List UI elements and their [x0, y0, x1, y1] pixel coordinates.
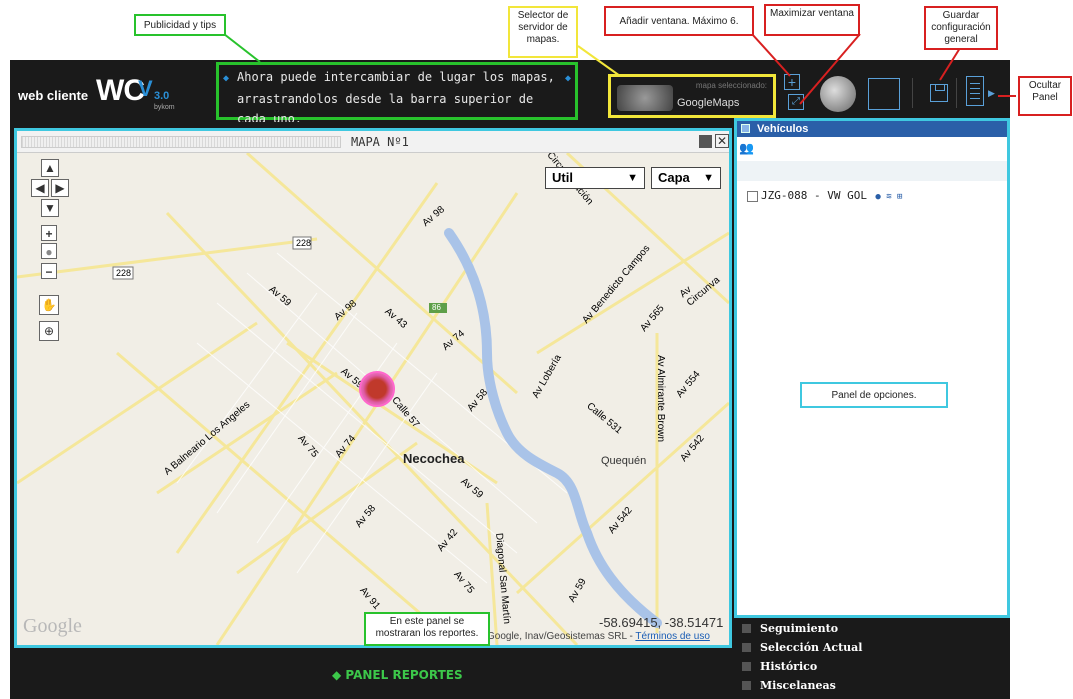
- world-map-icon: [617, 85, 673, 111]
- reports-panel-bar[interactable]: ◆ PANEL REPORTES: [10, 654, 732, 699]
- callout-opciones: Panel de opciones.: [800, 382, 948, 408]
- map-attribution: Google, Inav/Geosistemas SRL - Términos …: [487, 631, 710, 642]
- main-area: MAPA Nº1 ✕ 228 228 86 Av 98 Av 98 Av 59 …: [10, 118, 1010, 699]
- brand-sub: bykom: [154, 104, 175, 111]
- vehicles-filter-strip: [737, 161, 1007, 181]
- map-selector-label: mapa seleccionado:: [695, 81, 767, 90]
- vehicle-label: JZG-088 - VW GOL: [761, 189, 867, 202]
- map-server-selector[interactable]: mapa seleccionado: GoogleMaps: [608, 74, 776, 118]
- tips-banner: ◆ ◆ Ahora puede intercambiar de lugar lo…: [216, 62, 578, 126]
- attribution-text: Google, Inav/Geosistemas SRL -: [487, 631, 636, 642]
- brand-logo: web cliente WC V 3.0 bykom: [18, 70, 208, 114]
- options-panel: Vehículos 👥 JZG-088 - VW GOL ● ≋ ⊞: [734, 118, 1010, 618]
- chevron-down-icon: ▼: [627, 172, 638, 184]
- accordion-miscelaneas[interactable]: Miscelaneas: [740, 677, 836, 695]
- callout-guardar: Guardar configuración general: [924, 6, 998, 50]
- callout-anadir: Añadir ventana. Máximo 6.: [604, 6, 754, 36]
- chevron-down-icon: ▼: [703, 172, 714, 184]
- accordion-label: Miscelaneas: [760, 679, 836, 692]
- brand-v: V: [138, 76, 153, 101]
- expand-icon: [742, 643, 751, 652]
- pan-left-icon[interactable]: ◀: [31, 179, 49, 197]
- collapse-icon: [741, 124, 750, 133]
- brand-version: 3.0: [154, 90, 170, 102]
- drag-handle[interactable]: [21, 136, 341, 148]
- cursor-coordinates: -58.69415, -38.51471: [599, 615, 724, 630]
- tips-prev-icon[interactable]: ◆: [223, 69, 229, 89]
- add-window-button[interactable]: +: [784, 74, 800, 90]
- capa-dropdown[interactable]: Capa ▼: [651, 167, 721, 189]
- hide-panel-icon[interactable]: [966, 76, 984, 106]
- globe-icon[interactable]: [820, 76, 856, 112]
- tips-line-1: Ahora puede intercambiar de lugar los ma…: [237, 70, 555, 84]
- hand-icon[interactable]: ✋: [39, 295, 59, 315]
- pan-right-icon[interactable]: ▶: [51, 179, 69, 197]
- accordion-seleccion-actual[interactable]: Selección Actual: [740, 639, 862, 657]
- zoom-in-icon[interactable]: +: [41, 225, 57, 241]
- callout-ocultar: Ocultar Panel: [1018, 76, 1072, 116]
- accordion-label: Histórico: [760, 660, 818, 673]
- pan-down-icon[interactable]: ▼: [41, 199, 59, 217]
- save-icon[interactable]: [699, 135, 712, 148]
- route-shield-228: 228: [116, 268, 132, 278]
- zoom-out-icon[interactable]: −: [41, 263, 57, 279]
- options-accordion: Seguimiento Selección Actual Histórico M…: [734, 618, 1010, 699]
- google-logo: Google: [23, 615, 82, 637]
- brand-wc: WC: [96, 74, 145, 107]
- magnify-icon[interactable]: ⊕: [39, 321, 59, 341]
- accordion-seguimiento[interactable]: Seguimiento: [740, 620, 838, 638]
- callout-maximizar: Maximizar ventana: [764, 4, 860, 36]
- reports-label-text: PANEL REPORTES: [345, 668, 463, 682]
- tips-next-icon[interactable]: ◆: [565, 69, 571, 89]
- app-root: web cliente WC V 3.0 bykom ◆ ◆ Ahora pue…: [0, 0, 1073, 699]
- vehicle-checkbox[interactable]: [747, 190, 758, 202]
- map-title: MAPA Nº1: [351, 135, 409, 149]
- reports-panel-label[interactable]: ◆ PANEL REPORTES: [332, 668, 463, 682]
- vehicle-status-icon: ● ≋ ⊞: [869, 192, 903, 202]
- vehicles-header[interactable]: Vehículos: [737, 121, 1007, 137]
- toolbar-divider: [956, 78, 957, 108]
- vehicle-row[interactable]: JZG-088 - VW GOL ● ≋ ⊞: [747, 189, 902, 202]
- callout-reportes: En este panel se mostraran los reportes.: [364, 612, 490, 646]
- expand-icon: [742, 624, 751, 633]
- expand-icon: [742, 681, 751, 690]
- route-shield-86: 86: [432, 303, 441, 312]
- map-window: MAPA Nº1 ✕ 228 228 86 Av 98 Av 98 Av 59 …: [14, 128, 732, 648]
- close-icon[interactable]: ✕: [715, 134, 729, 148]
- top-bar: web cliente WC V 3.0 bykom ◆ ◆ Ahora pue…: [10, 60, 1010, 126]
- callout-selector: Selector de servidor de mapas.: [508, 6, 578, 58]
- accordion-label: Selección Actual: [760, 641, 863, 654]
- street-label: Av Almirante Brown: [655, 354, 667, 443]
- city-label-necochea: Necochea: [403, 451, 465, 466]
- map-canvas[interactable]: 228 228 86 Av 98 Av 98 Av 59 Av 59 Av 59…: [17, 153, 729, 645]
- toolbar-divider: [912, 78, 913, 108]
- map-selector-value[interactable]: GoogleMaps: [677, 97, 739, 109]
- vehicle-car-icon[interactable]: [359, 371, 395, 407]
- capa-dropdown-value: Capa: [658, 170, 690, 185]
- maximize-window-button[interactable]: ⤢: [788, 94, 804, 110]
- window-layout-button[interactable]: [868, 78, 900, 110]
- route-shield-228: 228: [296, 238, 312, 248]
- util-dropdown[interactable]: Util ▼: [545, 167, 645, 189]
- pan-up-icon[interactable]: ▲: [41, 159, 59, 177]
- util-dropdown-value: Util: [552, 170, 573, 185]
- terms-link[interactable]: Términos de uso: [635, 631, 709, 642]
- brand-small-text: web cliente: [18, 88, 89, 103]
- hide-panel-arrow-icon[interactable]: ▶: [988, 88, 995, 99]
- expand-icon: [742, 662, 751, 671]
- vehicles-header-label: Vehículos: [757, 123, 809, 135]
- callout-publicidad: Publicidad y tips: [134, 14, 226, 36]
- city-label-quequen: Quequén: [601, 455, 647, 467]
- globe-icon[interactable]: ●: [41, 243, 57, 259]
- save-config-icon[interactable]: [930, 84, 948, 102]
- accordion-historico[interactable]: Histórico: [740, 658, 817, 676]
- vehicles-group-icon[interactable]: 👥: [739, 141, 755, 157]
- map-titlebar[interactable]: MAPA Nº1 ✕: [17, 131, 729, 153]
- accordion-label: Seguimiento: [760, 622, 839, 635]
